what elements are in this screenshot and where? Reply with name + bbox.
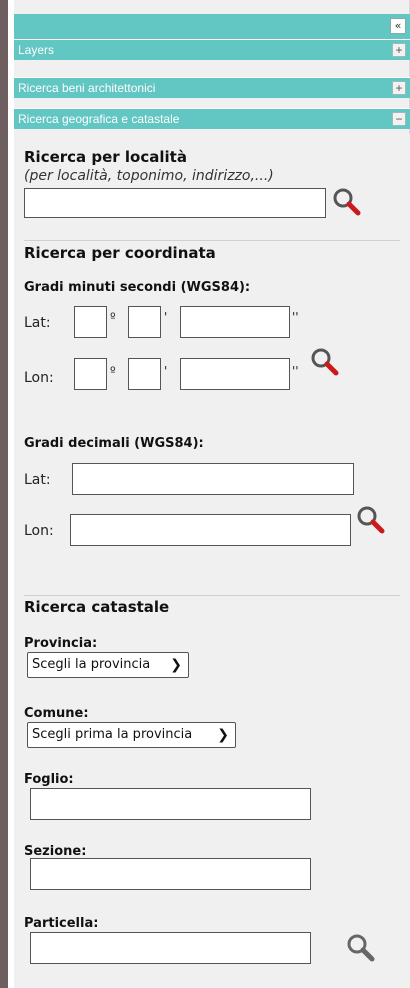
search-dms-icon[interactable]: [308, 346, 342, 378]
comune-select[interactable]: Scegli prima la provincia ❯: [27, 722, 236, 748]
accordion-layers[interactable]: Layers +: [14, 39, 410, 60]
separator: [24, 595, 400, 596]
provincia-label: Provincia:: [24, 636, 98, 651]
accordion-geografica-label: Ricerca geografica e catastale: [18, 112, 180, 126]
foglio-label: Foglio:: [24, 772, 74, 787]
coordinate-title: Ricerca per coordinata: [24, 244, 216, 262]
dec-lon-label: Lon:: [24, 523, 54, 539]
search-localita-icon[interactable]: [330, 186, 364, 218]
dms-lat-seconds-input[interactable]: [180, 306, 290, 338]
side-panel: « Layers + Ricerca beni architettonici +…: [14, 0, 410, 988]
left-frame-bar: [0, 0, 8, 988]
dec-lat-input[interactable]: [72, 463, 354, 495]
dec-lon-input[interactable]: [70, 514, 351, 546]
provincia-selected-value: Scegli la provincia: [32, 657, 151, 672]
particella-input[interactable]: [30, 932, 311, 964]
catasto-title: Ricerca catastale: [24, 598, 170, 616]
minute-mark: ': [164, 310, 168, 324]
comune-selected-value: Scegli prima la provincia: [32, 727, 193, 742]
dms-lon-label: Lon:: [24, 370, 54, 386]
accordion-geografica-catastale[interactable]: Ricerca geografica e catastale −: [14, 108, 410, 129]
accordion-beni-architettonici[interactable]: Ricerca beni architettonici +: [14, 77, 410, 98]
expand-icon[interactable]: +: [392, 81, 406, 95]
dec-lat-label: Lat:: [24, 472, 51, 488]
chevron-down-icon: ❯: [217, 727, 229, 743]
dms-lon-minutes-input[interactable]: [128, 358, 161, 390]
search-catasto-icon[interactable]: [344, 932, 378, 964]
localita-title: Ricerca per località: [24, 148, 187, 166]
sezione-input[interactable]: [30, 858, 311, 890]
dms-lat-minutes-input[interactable]: [128, 306, 161, 338]
dms-lat-degrees-input[interactable]: [74, 306, 107, 338]
dms-lon-seconds-input[interactable]: [180, 358, 290, 390]
accordion-layers-label: Layers: [18, 43, 55, 57]
sezione-label: Sezione:: [24, 844, 87, 859]
degree-mark: º: [110, 310, 116, 324]
second-mark: '': [292, 364, 299, 378]
degree-mark: º: [110, 364, 116, 378]
dms-lat-label: Lat:: [24, 315, 51, 331]
localita-search-input[interactable]: [24, 188, 326, 218]
decimal-title: Gradi decimali (WGS84):: [24, 436, 204, 451]
second-mark: '': [292, 310, 299, 324]
minute-mark: ': [164, 364, 168, 378]
chevron-down-icon: ❯: [170, 657, 182, 673]
localita-subtitle: (per località, toponimo, indirizzo,...): [24, 168, 274, 184]
expand-icon[interactable]: +: [392, 43, 406, 57]
foglio-input[interactable]: [30, 788, 311, 820]
search-content: Ricerca per località (per località, topo…: [14, 134, 410, 988]
collapse-panel-button[interactable]: «: [390, 18, 406, 34]
panel-top-bar: «: [14, 14, 410, 39]
accordion-beni-label: Ricerca beni architettonici: [18, 81, 156, 95]
search-decimal-icon[interactable]: [354, 504, 388, 536]
dms-lon-degrees-input[interactable]: [74, 358, 107, 390]
dms-title: Gradi minuti secondi (WGS84):: [24, 280, 251, 295]
particella-label: Particella:: [24, 916, 99, 931]
separator: [24, 240, 400, 241]
provincia-select[interactable]: Scegli la provincia ❯: [27, 652, 189, 678]
collapse-icon[interactable]: −: [392, 112, 406, 126]
comune-label: Comune:: [24, 706, 89, 721]
